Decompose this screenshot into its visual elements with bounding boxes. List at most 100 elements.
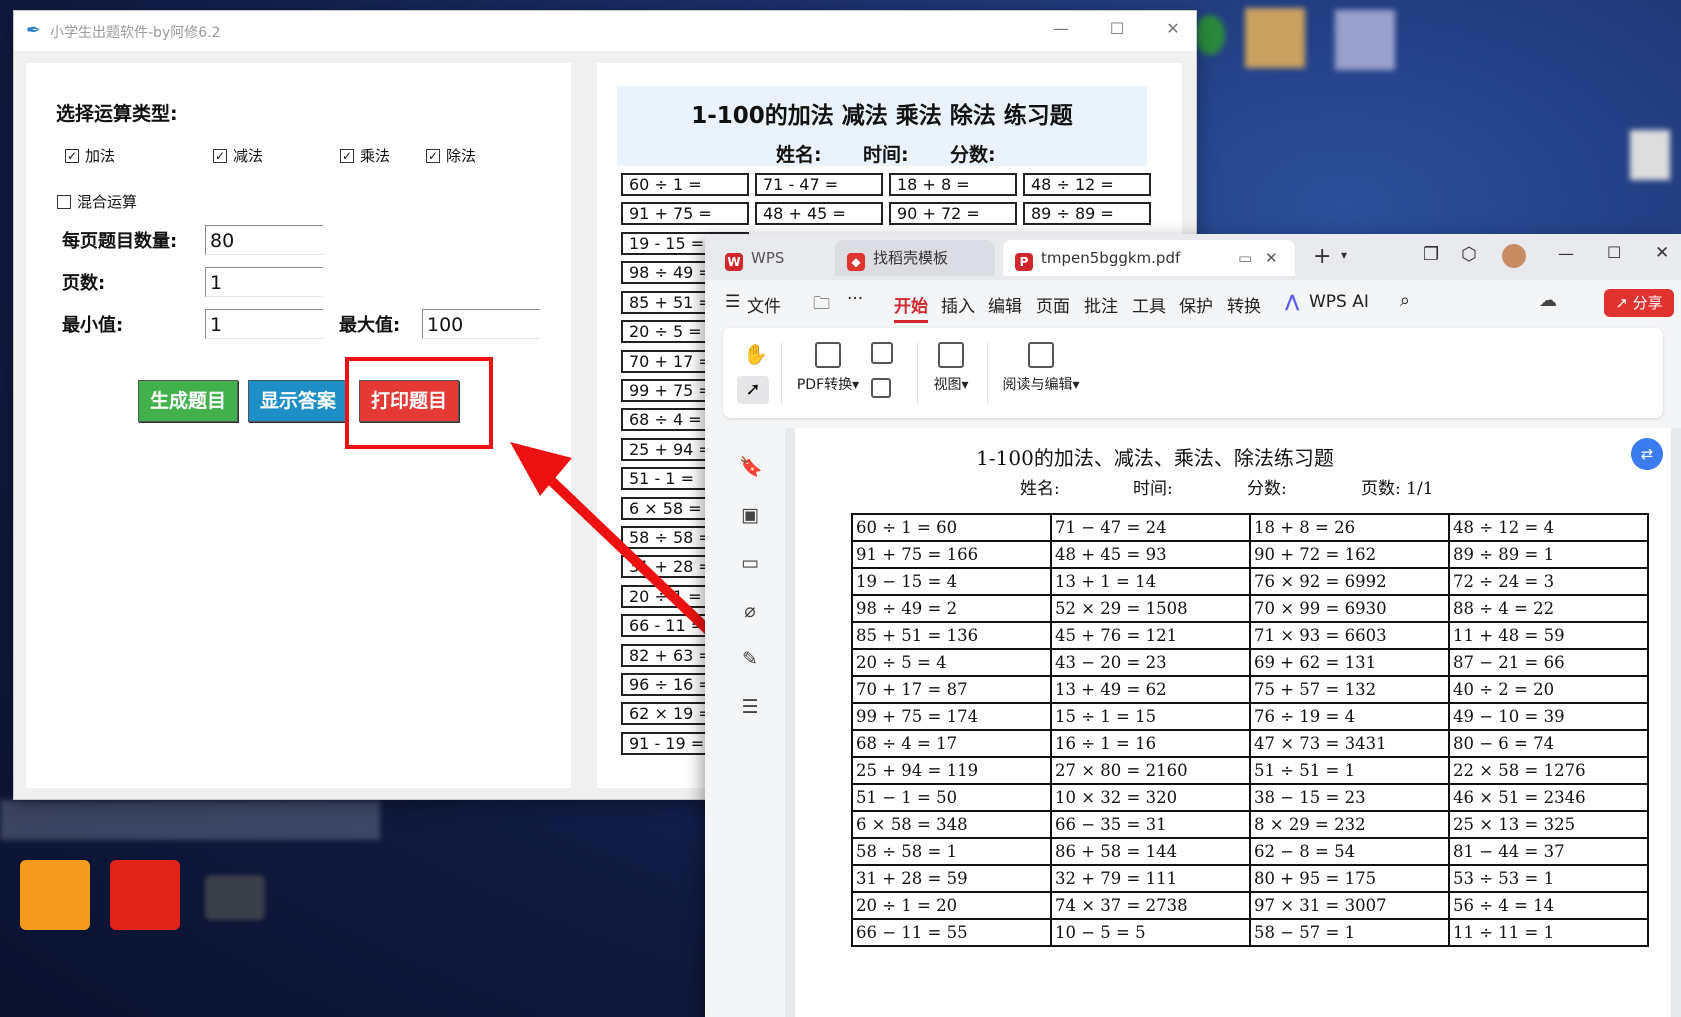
desktop-app-icon-orange[interactable]	[20, 860, 90, 930]
per-page-input[interactable]: 80	[205, 225, 323, 255]
question-cell: 31 + 28 = 59	[851, 864, 1052, 893]
cloud-upload-icon[interactable]: ☁	[1539, 290, 1557, 311]
question-cell: 38 − 15 = 23	[1249, 783, 1450, 812]
cube-icon[interactable]: ⬡	[1461, 244, 1477, 265]
document-title: 1-100的加法、减法、乘法、除法练习题	[976, 446, 1334, 470]
generate-button[interactable]: 生成题目	[138, 380, 238, 422]
comment-icon[interactable]: ▭	[739, 552, 761, 574]
desktop-icon-right-3[interactable]	[1630, 130, 1670, 180]
max-value-input[interactable]: 100	[422, 309, 540, 339]
tab-pdf[interactable]: Ptmpen5bggkm.pdf ▭ ✕	[1003, 240, 1295, 276]
min-value-input[interactable]: 1	[205, 309, 323, 339]
question-cell: 8 × 29 = 232	[1249, 810, 1450, 839]
layers-icon[interactable]: ☰	[739, 696, 761, 718]
search-icon[interactable]: ⌕	[1400, 290, 1410, 311]
table-row: 19 − 15 = 4 13 + 1 = 14 76 × 92 = 6992 72 ÷…	[851, 567, 1649, 596]
question-cell: 99 + 75 = 174	[851, 702, 1052, 731]
view-button[interactable]: 视图▾	[929, 342, 973, 394]
pages-input[interactable]: 1	[205, 267, 323, 297]
menu-tools[interactable]: 工具	[1132, 292, 1166, 317]
preview-question-cell: 89 ÷ 89 =	[1023, 202, 1151, 225]
folder-icon[interactable]: 🗀	[813, 291, 830, 320]
desktop-icon-right-1[interactable]	[1245, 8, 1305, 68]
table-row: 58 ÷ 58 = 1 86 + 58 = 144 62 − 8 = 54 81 − …	[851, 837, 1649, 866]
menu-file[interactable]: 文件	[747, 292, 781, 317]
menu-home[interactable]: 开始	[894, 292, 928, 323]
preview-title: 1-100的加法 减法 乘法 除法 练习题	[691, 103, 1073, 129]
checkbox-mixed[interactable]: 混合运算	[57, 191, 137, 212]
menu-edit[interactable]: 编辑	[988, 292, 1022, 317]
menu-page[interactable]: 页面	[1036, 292, 1070, 317]
close-icon[interactable]: ✕	[1655, 243, 1669, 263]
export-icon[interactable]	[871, 342, 893, 364]
window-layout-icon[interactable]: ❐	[1423, 244, 1439, 265]
signature-icon[interactable]: ✎	[739, 648, 761, 670]
question-cell: 74 × 37 = 2738	[1050, 891, 1251, 920]
read-edit-button[interactable]: 阅读与编辑▾	[999, 342, 1083, 394]
close-icon[interactable]: ✕	[1158, 19, 1188, 38]
table-row: 20 ÷ 1 = 20 74 × 37 = 2738 97 × 31 = 3007 5…	[851, 891, 1649, 920]
checkbox-addition[interactable]: ✓ 加法	[65, 145, 115, 166]
maximize-icon[interactable]: ☐	[1102, 19, 1132, 38]
checkbox-checked-icon[interactable]: ✓	[213, 148, 227, 163]
checkbox-checked-icon[interactable]: ✓	[65, 148, 79, 163]
checkbox-checked-icon[interactable]: ✓	[340, 148, 354, 163]
menu-wps-ai[interactable]: WPS AI	[1309, 292, 1369, 312]
desktop-app-icon-red[interactable]	[110, 860, 180, 930]
avatar[interactable]	[1502, 244, 1526, 268]
checkbox-unchecked-icon[interactable]	[57, 194, 71, 209]
feather-icon: ✒	[26, 20, 42, 41]
question-cell: 69 + 62 = 131	[1249, 648, 1450, 677]
document-area: 1-100的加法、减法、乘法、除法练习题 姓名: 时间: 分数: 页数: 1/1…	[785, 428, 1681, 1017]
menu-annotate[interactable]: 批注	[1084, 292, 1118, 317]
checkbox-multiplication[interactable]: ✓ 乘法	[340, 145, 390, 166]
minimize-icon[interactable]: —	[1558, 244, 1574, 263]
checkbox-label: 减法	[233, 147, 264, 165]
question-cell: 81 − 44 = 37	[1448, 837, 1649, 866]
preview-question-cell: 48 ÷ 12 =	[1023, 173, 1151, 196]
question-cell: 71 × 93 = 6603	[1249, 621, 1450, 650]
desktop-app-icon-dark[interactable]	[205, 875, 265, 920]
checkbox-subtraction[interactable]: ✓ 减法	[213, 145, 263, 166]
checkbox-checked-icon[interactable]: ✓	[426, 148, 440, 163]
menu-protect[interactable]: 保护	[1179, 292, 1213, 317]
desktop-icon-right-4[interactable]	[1195, 15, 1225, 55]
image-icon[interactable]: ▣	[739, 504, 761, 526]
translate-floating-button[interactable]: ⇄	[1631, 438, 1663, 470]
chevron-down-icon[interactable]: ▾	[1341, 248, 1347, 262]
maximize-icon[interactable]: ☐	[1607, 243, 1621, 262]
hamburger-icon[interactable]: ☰	[725, 292, 740, 312]
tab-template[interactable]: ◆ 找稻壳模板	[835, 240, 995, 276]
minimize-icon[interactable]: —	[1046, 19, 1076, 38]
select-tool-icon[interactable]: ➚	[737, 376, 769, 404]
score-label: 分数:	[1247, 479, 1287, 499]
tab-close-icon[interactable]: ✕	[1265, 240, 1278, 276]
share-button[interactable]: ↗ 分享	[1604, 289, 1674, 317]
more-icon[interactable]: ···	[847, 289, 863, 309]
max-value-label: 最大值:	[339, 315, 401, 336]
bookmark-icon[interactable]: 🔖	[739, 456, 763, 478]
tab-wps-office[interactable]: WWPS Office	[713, 240, 825, 303]
table-row: 68 ÷ 4 = 17 16 ÷ 1 = 16 47 × 73 = 3431 80 −…	[851, 729, 1649, 758]
checkbox-division[interactable]: ✓ 除法	[426, 145, 476, 166]
question-cell: 46 × 51 = 2346	[1448, 783, 1649, 812]
hand-tool-icon[interactable]: ✋	[743, 342, 768, 366]
screen-icon[interactable]: ▭	[1238, 240, 1252, 276]
desktop-icon-right-2[interactable]	[1335, 10, 1395, 70]
menu-convert[interactable]: 转换	[1227, 292, 1261, 317]
question-cell: 45 + 76 = 121	[1050, 621, 1251, 650]
pdf-convert-button[interactable]: PDF转换▾	[793, 342, 863, 394]
attachment-icon[interactable]: ⌀	[739, 600, 761, 622]
pages-label: 页数:	[62, 273, 106, 294]
pdf-convert-icon	[815, 342, 841, 368]
show-answers-button[interactable]: 显示答案	[248, 380, 348, 422]
menu-insert[interactable]: 插入	[941, 292, 975, 317]
copy-icon[interactable]	[871, 378, 891, 398]
table-row: 6 × 58 = 348 66 − 35 = 31 8 × 29 = 232 25 ×…	[851, 810, 1649, 839]
new-tab-icon[interactable]: +	[1313, 244, 1331, 269]
question-cell: 75 + 57 = 132	[1249, 675, 1450, 704]
question-cell: 47 × 73 = 3431	[1249, 729, 1450, 758]
tab-label: 找稻壳模板	[873, 249, 949, 267]
question-cell: 60 ÷ 1 = 60	[851, 513, 1052, 542]
table-row: 66 − 11 = 55 10 − 5 = 5 58 − 57 = 1 11 ÷ 11…	[851, 918, 1649, 947]
